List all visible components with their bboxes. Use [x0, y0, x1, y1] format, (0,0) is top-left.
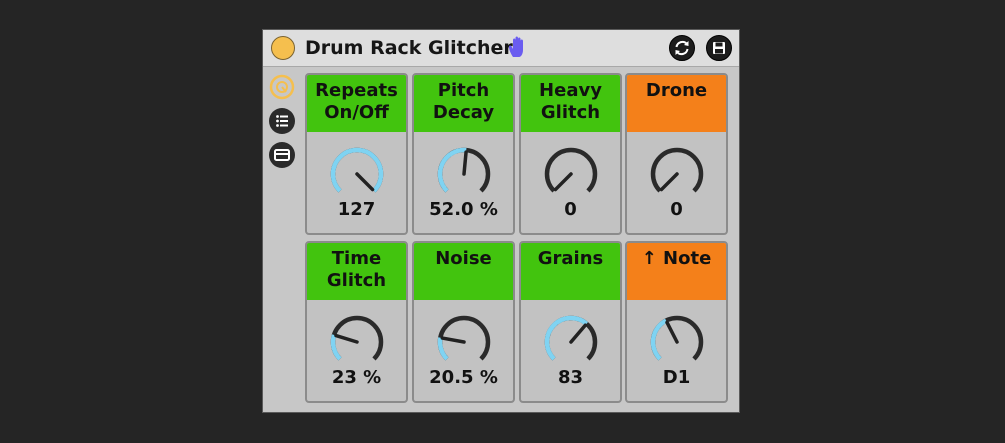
knob-value-arc [437, 337, 449, 361]
knob-pointer [659, 172, 679, 192]
macro-cell[interactable]: Repeats On/Off 127 [305, 73, 408, 235]
power-toggle-icon[interactable] [271, 36, 295, 60]
hand-icon[interactable] [507, 35, 529, 59]
knob-pointer [334, 333, 359, 344]
knob-pointer [462, 150, 468, 176]
macro-label-line2: Glitch [540, 102, 601, 123]
macro-knob[interactable] [435, 313, 493, 371]
macro-cell[interactable]: ↑ Note D1 [625, 241, 728, 403]
macro-cell[interactable]: Time Glitch 23 % [305, 241, 408, 403]
macro-knob[interactable] [542, 313, 600, 371]
knob-pointer [665, 320, 679, 344]
macro-label-line1: Grains [537, 248, 604, 269]
macro-knob-view-icon [269, 74, 295, 100]
refresh-button[interactable] [669, 35, 695, 61]
macro-label-line1: Repeats [315, 80, 398, 101]
macro-label[interactable]: Drone [627, 75, 726, 132]
knob-value-arc [544, 315, 589, 361]
device-view-button[interactable] [269, 142, 295, 168]
macro-value[interactable]: 23 % [307, 367, 406, 389]
macro-label[interactable]: Repeats On/Off [307, 75, 406, 132]
save-icon [713, 42, 725, 54]
macro-label[interactable]: Time Glitch [307, 243, 406, 300]
macro-knob[interactable] [328, 313, 386, 371]
macro-cell[interactable]: Heavy Glitch 0 [519, 73, 622, 235]
macro-label-line1: Heavy [539, 80, 602, 101]
macro-label[interactable]: Noise [414, 243, 513, 300]
macro-label[interactable]: Heavy Glitch [521, 75, 620, 132]
macro-label-line2: Glitch [326, 270, 387, 291]
knob-track [650, 147, 704, 193]
macro-knob[interactable] [328, 145, 386, 203]
chain-list-icon [276, 115, 288, 127]
refresh-icon [675, 40, 689, 56]
macro-value[interactable]: 20.5 % [414, 367, 513, 389]
macro-knob[interactable] [542, 145, 600, 203]
macro-label-line2: On/Off [324, 102, 389, 123]
macro-label-line1: Drone [645, 80, 708, 101]
macro-value[interactable]: 52.0 % [414, 199, 513, 221]
macro-label-line1: Time [331, 248, 382, 269]
macro-value[interactable]: D1 [627, 367, 726, 389]
device-panel: Drum Rack Glitcher Repeats On/Off 127 Pi… [262, 29, 740, 413]
knob-pointer [440, 336, 466, 344]
knob-track [544, 147, 598, 193]
macro-label[interactable]: ↑ Note [627, 243, 726, 300]
device-title-bar[interactable]: Drum Rack Glitcher [263, 30, 739, 67]
macro-label[interactable]: Pitch Decay [414, 75, 513, 132]
device-title: Drum Rack Glitcher [305, 37, 513, 59]
macro-label-line1: Pitch [437, 80, 490, 101]
knob-value-arc [437, 147, 467, 193]
macro-knob[interactable] [648, 313, 706, 371]
macro-value[interactable]: 0 [627, 199, 726, 221]
macro-cell[interactable]: Noise 20.5 % [412, 241, 515, 403]
knob-pointer [355, 172, 375, 192]
knob-value-arc [330, 147, 384, 193]
save-button[interactable] [706, 35, 732, 61]
macro-label[interactable]: Grains [521, 243, 620, 300]
macro-label-line2: Decay [432, 102, 495, 123]
macro-value[interactable]: 83 [521, 367, 620, 389]
macro-label-line1: Noise [435, 248, 492, 269]
knob-value-arc [330, 334, 342, 361]
macro-label-line1: ↑ Note [641, 248, 712, 269]
macro-cell[interactable]: Grains 83 [519, 241, 622, 403]
knob-pointer [553, 172, 573, 192]
macro-value[interactable]: 0 [521, 199, 620, 221]
knob-pointer [569, 323, 588, 344]
macro-knob[interactable] [648, 145, 706, 203]
macro-value[interactable]: 127 [307, 199, 406, 221]
knob-value-arc [650, 318, 668, 361]
chain-list-button[interactable] [269, 108, 295, 134]
macro-cell[interactable]: Drone 0 [625, 73, 728, 235]
macro-cell[interactable]: Pitch Decay 52.0 % [412, 73, 515, 235]
macro-knob-view-button[interactable] [269, 74, 295, 100]
device-view-icon [274, 149, 290, 161]
macro-knob[interactable] [435, 145, 493, 203]
